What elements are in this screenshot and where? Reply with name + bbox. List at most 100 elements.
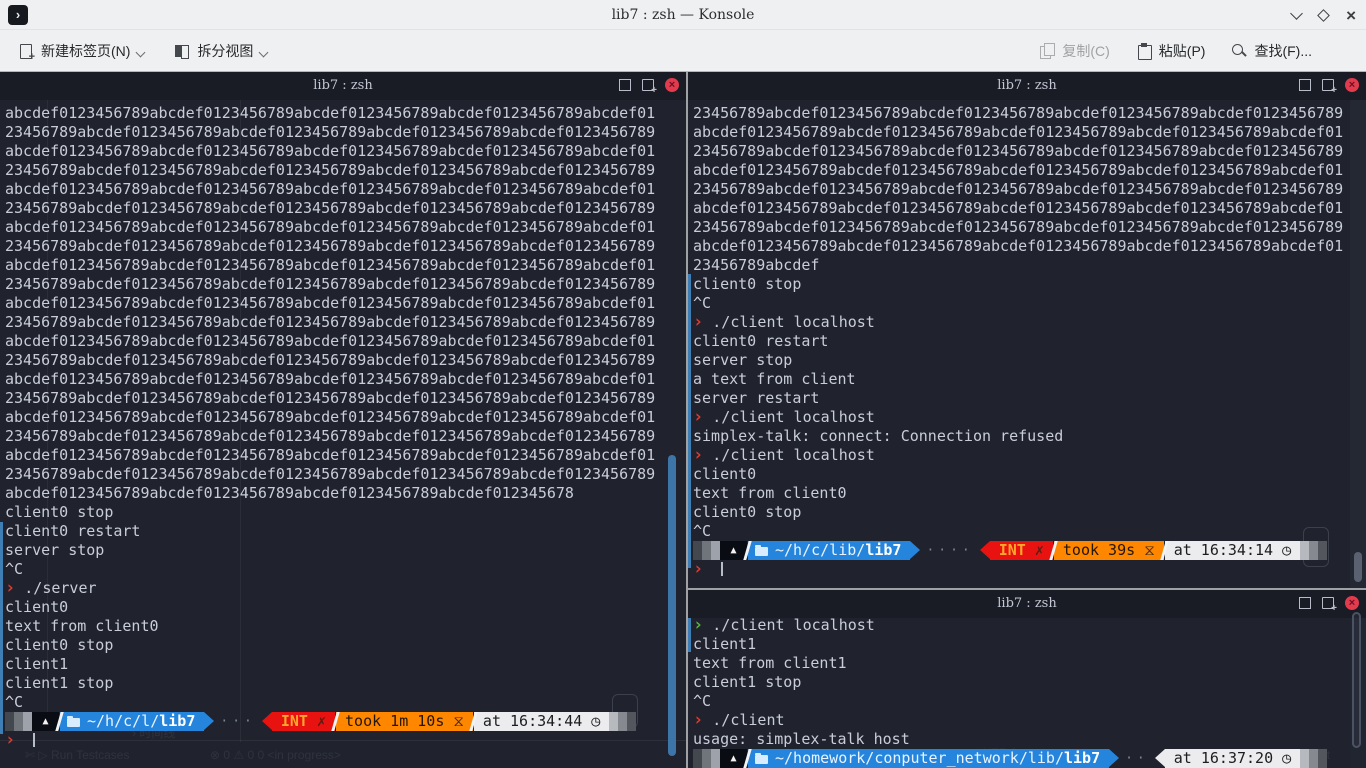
new-lines-highlight bbox=[688, 614, 691, 652]
prompt-block bbox=[702, 749, 711, 768]
prompt-arrow: › bbox=[5, 730, 15, 750]
duration-segment: took 39s ⧖ bbox=[1054, 541, 1164, 560]
terminal-line: abcdef0123456789abcdef0123456789abcdef01… bbox=[5, 104, 686, 123]
terminal-line: simplex-talk: connect: Connection refuse… bbox=[693, 427, 1366, 446]
powerline-arrow-icon bbox=[1155, 749, 1165, 767]
detach-pane-icon[interactable] bbox=[1322, 597, 1334, 609]
input-line: › bbox=[693, 560, 1366, 579]
pane-splitter-vertical[interactable] bbox=[686, 72, 688, 768]
prompt-block bbox=[1300, 541, 1309, 560]
terminal-line: 23456789abcdef0123456789abcdef0123456789… bbox=[5, 123, 686, 142]
scrollbar-thumb[interactable] bbox=[1352, 612, 1361, 748]
pane-title: lib7 : zsh bbox=[688, 72, 1366, 100]
terminal-output[interactable]: 23456789abcdef0123456789abcdef0123456789… bbox=[693, 104, 1366, 579]
terminal-line: 23456789abcdef0123456789abcdef0123456789… bbox=[5, 465, 686, 484]
prompt-block bbox=[1318, 541, 1327, 560]
close-pane-icon[interactable]: × bbox=[1345, 596, 1359, 610]
find-button[interactable]: 查找(F)... bbox=[1223, 35, 1320, 67]
terminal-line: ^C bbox=[5, 693, 686, 712]
pane-splitter-horizontal[interactable] bbox=[688, 588, 1366, 590]
powerline-arrow-icon bbox=[980, 541, 990, 559]
time-segment: at 16:37:20 ◷ bbox=[1165, 749, 1300, 768]
hamburger-menu-button[interactable] bbox=[1332, 39, 1356, 63]
directory-segment: ~/homework/conputer_network/lib/lib7 bbox=[748, 749, 1109, 768]
paste-label: 粘贴(P) bbox=[1159, 41, 1206, 61]
terminal-line: ^C bbox=[693, 294, 1366, 313]
prompt-block bbox=[609, 712, 618, 731]
hourglass-icon: ⧖ bbox=[1144, 541, 1155, 559]
detach-pane-icon[interactable] bbox=[642, 79, 654, 91]
terminal-pane-right-top[interactable]: client1.txt ×client.cnetdb.h lib7 : zsh … bbox=[688, 72, 1366, 588]
terminal-output[interactable]: › ./client localhostclient1text from cli… bbox=[693, 616, 1366, 768]
hourglass-icon: ⧖ bbox=[453, 712, 464, 730]
terminal-line: client0 bbox=[693, 465, 1366, 484]
terminal-line: client0 bbox=[5, 598, 686, 617]
terminal-line: › ./client localhost bbox=[693, 446, 1366, 465]
status-label: INT bbox=[999, 541, 1026, 559]
expand-pane-icon[interactable] bbox=[619, 79, 631, 91]
window-titlebar[interactable]: › lib7 : zsh — Konsole × bbox=[0, 0, 1366, 30]
scrollbar-thumb[interactable] bbox=[1354, 552, 1362, 582]
terminal-line: client1 stop bbox=[5, 674, 686, 693]
terminal-line: abcdef0123456789abcdef0123456789abcdef01… bbox=[693, 237, 1366, 256]
terminal-line: ^C bbox=[693, 522, 1366, 541]
new-tab-button[interactable]: 新建标签页(N) bbox=[10, 35, 152, 67]
terminal-output[interactable]: abcdef0123456789abcdef0123456789abcdef01… bbox=[5, 104, 686, 750]
paste-button[interactable]: 粘贴(P) bbox=[1128, 35, 1214, 67]
terminal-pane-right-bottom[interactable]: UTF-8Default lib7 : zsh × › ./client loc… bbox=[688, 590, 1366, 768]
terminal-line: ^C bbox=[693, 692, 1366, 711]
prompt-filler-dots: ··· bbox=[214, 712, 261, 731]
powerline-arrow-icon bbox=[204, 712, 214, 730]
terminal-line: abcdef0123456789abcdef0123456789abcdef01… bbox=[5, 370, 686, 389]
folder-icon bbox=[755, 755, 768, 764]
prompt-block bbox=[702, 541, 711, 560]
ghost-text: ✄ ▷ Run Testcases bbox=[25, 748, 129, 762]
copy-button[interactable]: 复制(C) bbox=[1031, 35, 1117, 67]
prompt-filler-dots: ···· bbox=[920, 541, 979, 560]
pane-titlebar[interactable]: lib7 : zsh × bbox=[688, 590, 1366, 618]
prompt-arrow: › bbox=[693, 445, 703, 465]
detach-pane-icon[interactable] bbox=[1322, 79, 1334, 91]
prompt-block bbox=[711, 749, 720, 768]
main-toolbar: 新建标签页(N) 拆分视图 复制(C) 粘贴(P) 查找(F)... bbox=[0, 31, 1366, 72]
prompt-filler-dots: ·· bbox=[1119, 749, 1155, 768]
close-pane-icon[interactable]: × bbox=[665, 78, 679, 92]
folder-icon bbox=[755, 547, 768, 556]
expand-pane-icon[interactable] bbox=[1299, 79, 1311, 91]
split-view-label: 拆分视图 bbox=[197, 41, 253, 61]
terminal-split-area: 资源管理器server.ctest.txtserver.txt› 时间线✄ ▷ … bbox=[0, 72, 1366, 768]
close-pane-icon[interactable]: × bbox=[1345, 78, 1359, 92]
terminal-line: › ./client bbox=[693, 711, 1366, 730]
prompt-block bbox=[1300, 749, 1309, 768]
terminal-line: 23456789abcdef0123456789abcdef0123456789… bbox=[5, 275, 686, 294]
prompt-arrow: › bbox=[693, 710, 703, 730]
directory-segment: ~/h/c/l/lib7 bbox=[60, 712, 204, 731]
terminal-line: abcdef0123456789abcdef0123456789abcdef01… bbox=[693, 123, 1366, 142]
prompt-arrow: › bbox=[5, 578, 15, 598]
prompt-block bbox=[5, 712, 14, 731]
exit-status-segment: INT ✗ bbox=[990, 541, 1053, 560]
directory-name: lib7 bbox=[1064, 749, 1100, 768]
maximize-icon[interactable] bbox=[1317, 9, 1330, 22]
terminal-line: client1 bbox=[5, 655, 686, 674]
close-icon[interactable]: × bbox=[1346, 7, 1356, 24]
terminal-line: client0 restart bbox=[693, 332, 1366, 351]
terminal-line: text from client0 bbox=[5, 617, 686, 636]
terminal-pane-left[interactable]: 资源管理器server.ctest.txtserver.txt› 时间线✄ ▷ … bbox=[0, 72, 686, 768]
terminal-line: abcdef0123456789abcdef0123456789abcdef01… bbox=[693, 199, 1366, 218]
split-view-button[interactable]: 拆分视图 bbox=[166, 35, 275, 67]
new-tab-icon bbox=[18, 43, 34, 59]
pane-titlebar[interactable]: lib7 : zsh × bbox=[0, 72, 686, 100]
scrollbar-thumb[interactable] bbox=[668, 455, 676, 756]
minimize-icon[interactable] bbox=[1290, 7, 1303, 20]
pane-titlebar[interactable]: lib7 : zsh × bbox=[688, 72, 1366, 100]
expand-pane-icon[interactable] bbox=[1299, 597, 1311, 609]
clock-icon: ◷ bbox=[1282, 541, 1291, 559]
terminal-line: 23456789abcdef0123456789abcdef0123456789… bbox=[693, 104, 1366, 123]
copy-icon bbox=[1039, 43, 1055, 59]
prompt-block bbox=[1309, 541, 1318, 560]
powerline-arrow-icon bbox=[910, 541, 920, 559]
chevron-down-icon bbox=[136, 47, 146, 57]
konsole-window: › lib7 : zsh — Konsole × 新建标签页(N) 拆分视图 复… bbox=[0, 0, 1366, 768]
time-segment: at 16:34:44 ◷ bbox=[474, 712, 609, 731]
